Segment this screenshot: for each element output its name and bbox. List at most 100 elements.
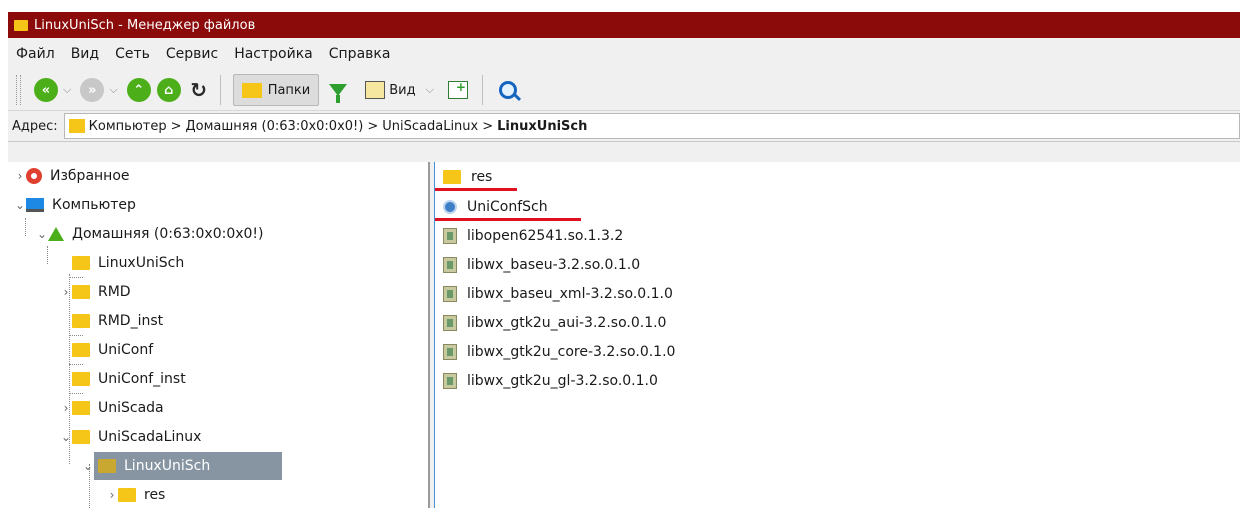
folder-icon (72, 401, 90, 415)
tree-item-label: Компьютер (52, 197, 136, 213)
menu-file[interactable]: Файл (16, 46, 55, 62)
file-name: libwx_gtk2u_core-3.2.so.0.1.0 (467, 344, 676, 360)
tree-item-folder[interactable]: › RMD (60, 278, 131, 306)
toolbar-grip[interactable] (16, 75, 21, 105)
search-icon[interactable] (498, 81, 517, 99)
folder-icon (443, 170, 461, 184)
library-icon (443, 373, 457, 389)
menu-help[interactable]: Справка (329, 46, 391, 62)
library-icon (443, 257, 457, 273)
file-item[interactable]: libwx_gtk2u_aui-3.2.so.0.1.0 (443, 310, 666, 336)
tree-item-folder[interactable]: › res (106, 481, 166, 508)
expand-arrow-icon[interactable]: › (14, 169, 26, 183)
address-label: Адрес: (12, 118, 58, 134)
new-panel-icon[interactable] (447, 80, 468, 99)
file-item[interactable]: libwx_baseu_xml-3.2.so.0.1.0 (443, 281, 673, 307)
tree-item-folder[interactable]: ⌄ UniScadaLinux (60, 423, 201, 451)
tree-item-label: UniScada (98, 400, 164, 416)
breadcrumb-separator: > (482, 118, 494, 134)
collapse-arrow-icon[interactable]: ⌄ (36, 227, 48, 241)
tree-item-home[interactable]: ⌄ Домашняя (0:63:0x0:0x0!) (36, 220, 264, 248)
tree-item-folder[interactable]: RMD_inst (60, 307, 163, 335)
filter-icon[interactable] (329, 84, 348, 103)
tree-connector (47, 246, 48, 264)
toolbar-separator (219, 75, 221, 105)
tree-item-folder[interactable]: › UniScada (60, 394, 164, 422)
tree-item-folder[interactable]: UniConf (60, 336, 153, 364)
back-icon[interactable]: « (34, 78, 58, 102)
expand-arrow-icon[interactable]: › (60, 285, 72, 299)
menu-settings[interactable]: Настройка (234, 46, 313, 62)
title-bar: LinuxUniSch - Менеджер файлов (8, 12, 1240, 38)
window-title: LinuxUniSch - Менеджер файлов (34, 17, 256, 33)
refresh-icon[interactable]: ↻ (187, 78, 211, 102)
menu-view[interactable]: Вид (71, 46, 99, 62)
file-item[interactable]: UniConfSch (443, 194, 548, 220)
folder-icon (72, 372, 90, 386)
view-button[interactable]: Вид ⌵ (365, 81, 440, 99)
tree-item-folder[interactable]: LinuxUniSch (60, 249, 184, 277)
app-icon (443, 200, 457, 214)
toolbar: « ⌵ » ⌵ ⌃ ⌂ ↻ Папки Вид ⌵ (8, 70, 1240, 111)
file-list[interactable]: res UniConfSch libopen62541.so.1.3.2 lib… (434, 162, 1240, 508)
favorites-icon (26, 168, 42, 184)
breadcrumb-home[interactable]: Домашняя (0:63:0x0:0x0!) (186, 119, 364, 134)
collapse-arrow-icon[interactable]: ⌄ (82, 459, 94, 473)
expand-arrow-icon[interactable]: › (106, 488, 118, 502)
highlight-underline (435, 218, 581, 221)
folder-icon (241, 82, 262, 98)
expand-arrow-icon[interactable]: › (60, 401, 72, 415)
tree-item-label: res (144, 487, 166, 503)
folders-toggle-button[interactable]: Папки (232, 74, 320, 106)
menu-network[interactable]: Сеть (115, 46, 150, 62)
home-icon[interactable]: ⌂ (156, 78, 181, 102)
tree-item-favorites[interactable]: › Избранное (14, 162, 130, 190)
computer-icon (26, 198, 44, 212)
file-name: libwx_baseu-3.2.so.0.1.0 (467, 257, 641, 273)
file-item[interactable]: libwx_gtk2u_gl-3.2.so.0.1.0 (443, 368, 658, 394)
file-name: libwx_gtk2u_gl-3.2.so.0.1.0 (467, 373, 658, 389)
breadcrumb-uniscadalinux[interactable]: UniScadaLinux (382, 119, 478, 134)
folder-icon (72, 314, 90, 328)
folder-icon (118, 488, 136, 502)
menu-bar: Файл Вид Сеть Сервис Настройка Справка (8, 38, 1240, 70)
collapse-arrow-icon[interactable]: ⌄ (14, 198, 26, 212)
up-icon[interactable]: ⌃ (126, 78, 151, 102)
file-name: libopen62541.so.1.3.2 (467, 228, 624, 244)
file-item[interactable]: libopen62541.so.1.3.2 (443, 223, 623, 249)
folder-tree[interactable]: › Избранное ⌄ Компьютер ⌄ Домашняя (0:63… (8, 162, 430, 508)
folders-label: Папки (267, 82, 311, 98)
tree-item-computer[interactable]: ⌄ Компьютер (14, 191, 136, 219)
file-name: res (471, 169, 493, 185)
library-icon (443, 228, 457, 244)
file-name: libwx_baseu_xml-3.2.so.0.1.0 (467, 286, 673, 302)
forward-history-dropdown[interactable]: ⌵ (109, 83, 117, 97)
home-icon (48, 227, 64, 241)
address-field[interactable]: Компьютер > Домашняя (0:63:0x0:0x0!) > U… (63, 113, 1240, 139)
highlight-underline (435, 188, 517, 191)
file-item[interactable]: libwx_gtk2u_core-3.2.so.0.1.0 (443, 339, 675, 365)
file-name: libwx_gtk2u_aui-3.2.so.0.1.0 (467, 315, 667, 331)
library-icon (443, 344, 457, 360)
tree-item-folder-selected[interactable]: ⌄ LinuxUniSch (82, 452, 283, 480)
breadcrumb-current[interactable]: LinuxUniSch (497, 119, 587, 134)
back-history-dropdown[interactable]: ⌵ (63, 83, 71, 97)
menu-service[interactable]: Сервис (166, 46, 218, 62)
folder-icon (72, 430, 90, 444)
forward-icon[interactable]: » (80, 78, 105, 102)
content-panes: › Избранное ⌄ Компьютер ⌄ Домашняя (0:63… (8, 162, 1240, 508)
file-item[interactable]: res (443, 164, 492, 190)
view-icon (365, 81, 386, 99)
address-bar: Адрес: Компьютер > Домашняя (0:63:0x0:0x… (8, 111, 1240, 142)
tree-item-label: Избранное (50, 168, 130, 184)
file-item[interactable]: libwx_baseu-3.2.so.0.1.0 (443, 252, 640, 278)
tree-item-folder[interactable]: UniConf_inst (60, 365, 186, 393)
chevron-down-icon[interactable]: ⌵ (426, 83, 434, 97)
collapse-arrow-icon[interactable]: ⌄ (60, 430, 72, 444)
folder-icon (72, 343, 90, 357)
library-icon (443, 315, 457, 331)
tree-connector (25, 218, 26, 236)
breadcrumb-computer[interactable]: Компьютер (89, 119, 167, 134)
tree-item-label: RMD (98, 284, 131, 300)
tree-item-label: LinuxUniSch (98, 255, 185, 271)
